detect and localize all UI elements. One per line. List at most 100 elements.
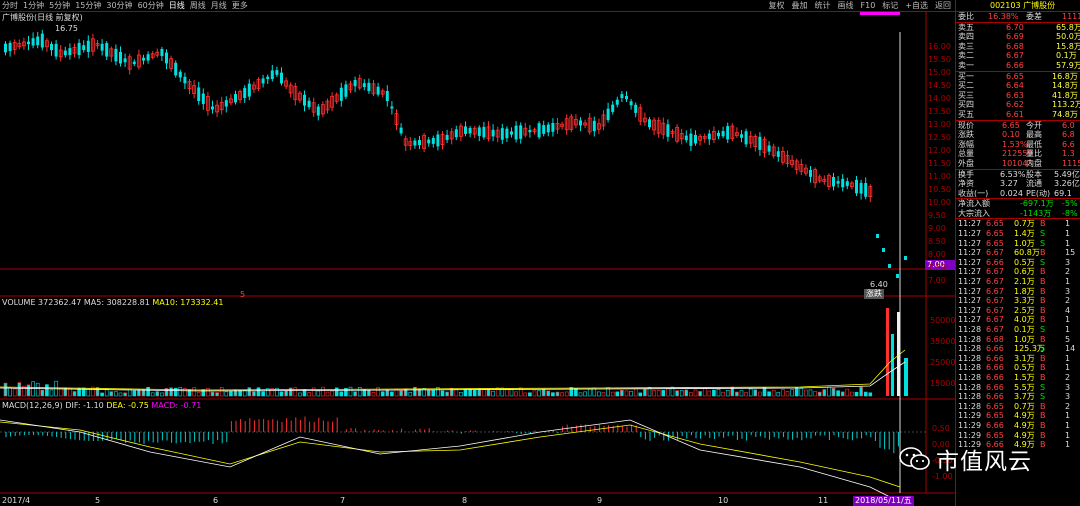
tick-price: 6.66 [986, 363, 1004, 373]
tick-row[interactable]: 11:29 6.65 4.9万 B 1 [956, 411, 1080, 421]
tick-volume: 1.0万 [1014, 238, 1035, 248]
volume-bar [721, 391, 725, 397]
tick-row[interactable]: 11:27 6.65 1.4万 S 1 [956, 229, 1080, 239]
period-tab-8[interactable]: 月线 [211, 0, 227, 11]
tick-volume: 4.9万 [1014, 411, 1035, 421]
tick-row[interactable]: 11:27 6.65 0.7万 B 1 [956, 219, 1080, 229]
period-tab-1[interactable]: 1分钟 [23, 0, 44, 11]
tick-time: 11:29 [958, 420, 982, 430]
tool-button-4[interactable]: F10 [861, 0, 876, 11]
tick-volume: 1.5万 [1014, 372, 1035, 382]
price-tick: 10.50 [928, 185, 951, 194]
tick-row[interactable]: 11:27 6.67 3.3万 B 2 [956, 296, 1080, 306]
sell-price: 6.67 [1006, 51, 1024, 61]
volume-bar [514, 391, 518, 397]
candle [592, 120, 596, 132]
volume-bar [656, 390, 661, 397]
tick-row[interactable]: 11:28 6.66 125.3万 S 14 [956, 344, 1080, 354]
tick-row[interactable]: 11:28 6.66 3.1万 B 1 [956, 354, 1080, 364]
candle [500, 128, 504, 140]
stock-header: 002103 广博股份 [956, 0, 1080, 11]
period-tab-2[interactable]: 5分钟 [49, 0, 70, 11]
candle [519, 125, 523, 139]
candle [546, 124, 550, 133]
tick-volume: 0.5万 [1014, 363, 1035, 373]
tick-volume: 60.8万 [1014, 248, 1040, 258]
candle [882, 248, 885, 252]
tick-direction: B [1040, 440, 1046, 450]
volume-bar [560, 392, 564, 397]
period-tab-9[interactable]: 更多 [232, 0, 248, 11]
candle [183, 76, 187, 84]
tick-row[interactable]: 11:29 6.66 4.9万 B 1 [956, 421, 1080, 431]
candle [261, 78, 265, 84]
date-tick-1: 5 [95, 496, 101, 505]
tick-row[interactable]: 11:29 6.65 4.9万 B 1 [956, 431, 1080, 441]
stat-value: 6.8 [1062, 130, 1075, 140]
period-tab-3[interactable]: 15分钟 [75, 0, 101, 11]
tool-button-6[interactable]: +自选 [905, 0, 928, 11]
tick-count: 3 [1065, 286, 1071, 296]
tick-count: 5 [1065, 334, 1071, 344]
period-tab-7[interactable]: 周线 [190, 0, 206, 11]
tick-row[interactable]: 11:27 6.67 2.5万 B 4 [956, 306, 1080, 316]
candle [684, 135, 688, 141]
period-tab-6[interactable]: 日线 [169, 0, 185, 11]
candle [142, 57, 145, 61]
weibi-row: 委比 16.38% 委差 1111 [956, 11, 1080, 22]
stock-tag[interactable]: 涨跌 [864, 289, 884, 299]
tick-count: 2 [1065, 372, 1071, 382]
kline-chart[interactable] [0, 12, 955, 506]
buy-label: 买四 [958, 100, 974, 110]
tick-row[interactable]: 11:28 6.67 0.1万 S 1 [956, 325, 1080, 335]
tick-row[interactable]: 11:28 6.65 0.7万 B 2 [956, 402, 1080, 412]
volume-bar [380, 391, 385, 397]
tick-row[interactable]: 11:28 6.66 1.5万 B 2 [956, 373, 1080, 383]
candle [876, 234, 879, 238]
volume-bar [3, 382, 8, 397]
candle [362, 83, 366, 88]
tick-list[interactable]: 11:27 6.65 0.7万 B 1 11:27 6.65 1.4万 S 1 11:27 6.65 1… [956, 218, 1080, 449]
tick-direction: B [1040, 334, 1046, 344]
volume-tick: 15000 [930, 379, 956, 388]
tick-row[interactable]: 11:27 6.67 0.6万 B 2 [956, 267, 1080, 277]
period-tab-5[interactable]: 60分钟 [138, 0, 164, 11]
tick-row[interactable]: 11:27 6.66 0.5万 S 3 [956, 258, 1080, 268]
tick-row[interactable]: 11:28 6.66 3.7万 S 3 [956, 392, 1080, 402]
tick-row[interactable]: 11:28 6.66 0.5万 B 1 [956, 363, 1080, 373]
ma10-label: MA10: [152, 298, 178, 307]
stat-value: 6.53% [1000, 169, 1026, 179]
candle [431, 137, 435, 144]
tick-count: 1 [1065, 325, 1071, 334]
period-tab-0[interactable]: 分时 [2, 0, 18, 11]
tool-button-7[interactable]: 返回 [935, 0, 951, 11]
volume-bar [114, 391, 118, 397]
stat-row: 涨幅 1.53% 最低 6.6 [956, 140, 1080, 150]
date-tick-5: 9 [597, 496, 603, 505]
tick-count: 1 [1065, 238, 1071, 248]
chart-area[interactable]: 广博股份(日线 前复权) 16.75 6.40 涨跌 5 7.00 VOLUME… [0, 12, 957, 506]
tick-row[interactable]: 11:27 6.67 1.8万 B 3 [956, 287, 1080, 297]
tool-button-3[interactable]: 画线 [838, 0, 854, 11]
tick-price: 6.65 [986, 430, 1004, 440]
tool-button-0[interactable]: 复权 [769, 0, 785, 11]
tick-volume: 2.1万 [1014, 277, 1035, 287]
candle [615, 99, 619, 105]
candle [620, 94, 624, 99]
tick-row[interactable]: 11:27 6.67 2.1万 B 1 [956, 277, 1080, 287]
candle [694, 134, 697, 144]
period-tab-4[interactable]: 30分钟 [106, 0, 132, 11]
tick-row[interactable]: 11:28 6.66 5.5万 S 3 [956, 383, 1080, 393]
candle [809, 169, 812, 177]
tool-button-5[interactable]: 标记 [882, 0, 898, 11]
tool-button-2[interactable]: 统计 [815, 0, 831, 11]
tick-row[interactable]: 11:27 6.65 1.0万 S 1 [956, 239, 1080, 249]
tick-row[interactable]: 11:27 6.67 4.0万 B 1 [956, 315, 1080, 325]
tool-button-1[interactable]: 叠加 [792, 0, 808, 11]
tick-row[interactable]: 11:28 6.68 1.0万 B 5 [956, 335, 1080, 345]
volume-bar [523, 392, 528, 397]
tick-row[interactable]: 11:27 6.67 60.8万 B 15 [956, 248, 1080, 258]
sell-price: 6.70 [1006, 22, 1024, 32]
volume-bar [348, 386, 353, 397]
sell-level: 卖二 6.67 0.1万 [956, 51, 1080, 61]
